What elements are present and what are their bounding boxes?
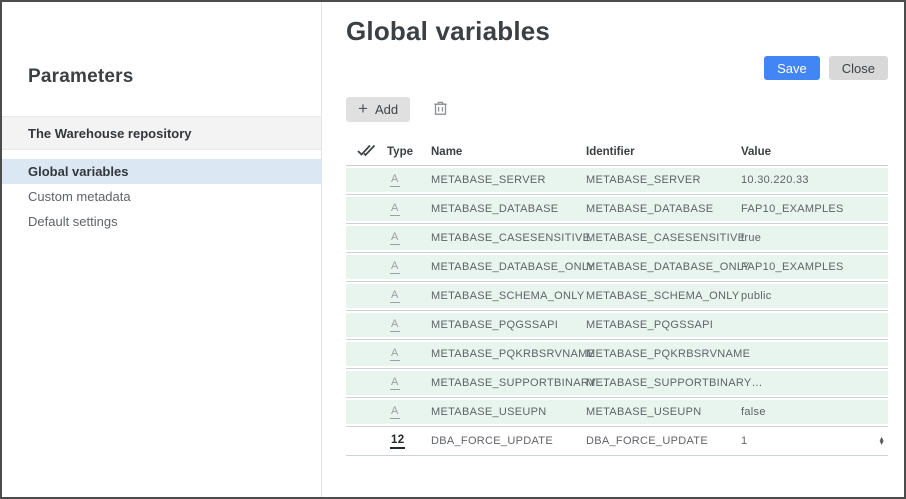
sidebar: Parameters The Warehouse repository Glob… [2, 2, 322, 497]
sidebar-item-default-settings[interactable]: Default settings [2, 209, 321, 234]
row-type-cell: A [386, 347, 431, 361]
row-name-cell: METABASE_SUPPORTBINARY… [431, 377, 586, 389]
table-row[interactable]: A METABASE_SUPPORTBINARY… METABASE_SUPPO… [346, 369, 888, 398]
row-identifier-cell: DBA_FORCE_UPDATE [586, 435, 741, 447]
sidebar-item-label: Global variables [28, 164, 128, 179]
row-name-cell: METABASE_SERVER [431, 174, 586, 186]
plus-icon: + [358, 99, 368, 119]
table-header: Type Name Identifier Value [346, 139, 888, 166]
value-stepper[interactable]: ▴▾ [880, 437, 884, 446]
type-icon: A [390, 405, 400, 419]
row-name-cell: METABASE_USEUPN [431, 406, 586, 418]
row-identifier-cell: METABASE_USEUPN [586, 406, 741, 418]
column-header-identifier: Identifier [586, 146, 741, 158]
sidebar-item-label: Custom metadata [28, 189, 131, 204]
row-identifier-cell: METABASE_PQGSSAPI [586, 319, 741, 331]
row-name-cell: METABASE_PQGSSAPI [431, 319, 586, 331]
table-row[interactable]: A METABASE_PQGSSAPI METABASE_PQGSSAPI ▴▾ [346, 311, 888, 340]
type-icon: 12 [390, 434, 405, 449]
type-icon: A [390, 318, 400, 332]
table-row[interactable]: A METABASE_PQKRBSRVNAME METABASE_PQKRBSR… [346, 340, 888, 369]
type-icon: A [390, 376, 400, 390]
row-identifier-cell: METABASE_SCHEMA_ONLY [586, 290, 741, 302]
row-type-cell: A [386, 173, 431, 187]
row-value-cell: FAP10_EXAMPLES ▴▾ [741, 203, 888, 215]
close-button[interactable]: Close [829, 56, 888, 80]
row-value-cell: FAP10_EXAMPLES ▴▾ [741, 261, 888, 273]
row-type-cell: A [386, 376, 431, 390]
table-row[interactable]: A METABASE_CASESENSITIVE METABASE_CASESE… [346, 224, 888, 253]
row-name-cell: METABASE_DATABASE [431, 203, 586, 215]
table-toolbar: + Add [346, 97, 888, 122]
type-icon: A [390, 260, 400, 274]
row-type-cell: A [386, 231, 431, 245]
row-value-cell: 1 ▴▾ [741, 435, 888, 447]
sidebar-item-label: Default settings [28, 214, 118, 229]
parameters-window: Parameters The Warehouse repository Glob… [0, 0, 906, 499]
row-type-cell: A [386, 289, 431, 303]
page-title: Global variables [346, 16, 888, 47]
row-identifier-cell: METABASE_DATABASE [586, 203, 741, 215]
row-identifier-cell: METABASE_DATABASE_ONLY [586, 261, 741, 273]
row-identifier-cell: METABASE_SUPPORTBINARY… [586, 377, 741, 389]
table-row[interactable]: A METABASE_SCHEMA_ONLY METABASE_SCHEMA_O… [346, 282, 888, 311]
row-value-cell: true ▴▾ [741, 232, 888, 244]
row-name-cell: METABASE_SCHEMA_ONLY [431, 290, 586, 302]
row-identifier-cell: METABASE_CASESENSITIVE [586, 232, 741, 244]
row-type-cell: A [386, 405, 431, 419]
row-name-cell: METABASE_DATABASE_ONLY [431, 261, 586, 273]
row-value-cell: 10.30.220.33 ▴▾ [741, 174, 888, 186]
action-buttons: Save Close [346, 56, 888, 80]
table-row[interactable]: 12 DBA_FORCE_UPDATE DBA_FORCE_UPDATE 1 ▴… [346, 427, 888, 456]
column-header-name: Name [431, 146, 586, 158]
add-button-label: Add [375, 102, 398, 117]
sidebar-item-global-variables[interactable]: Global variables [2, 159, 321, 184]
row-type-cell: A [386, 202, 431, 216]
repository-label: The Warehouse repository [28, 126, 192, 141]
row-name-cell: METABASE_PQKRBSRVNAME [431, 348, 586, 360]
table-row[interactable]: A METABASE_USEUPN METABASE_USEUPN false … [346, 398, 888, 427]
table-row[interactable]: A METABASE_SERVER METABASE_SERVER 10.30.… [346, 166, 888, 195]
select-all-icon[interactable] [357, 144, 376, 160]
type-icon: A [390, 231, 400, 245]
row-identifier-cell: METABASE_SERVER [586, 174, 741, 186]
table-body: A METABASE_SERVER METABASE_SERVER 10.30.… [346, 166, 888, 456]
row-name-cell: DBA_FORCE_UPDATE [431, 435, 586, 447]
row-value-cell: public ▴▾ [741, 290, 888, 302]
row-name-cell: METABASE_CASESENSITIVE [431, 232, 586, 244]
type-icon: A [390, 289, 400, 303]
variables-table: Type Name Identifier Value A METABASE_SE… [346, 139, 888, 456]
save-button[interactable]: Save [764, 56, 820, 80]
row-value-cell: false ▴▾ [741, 406, 888, 418]
delete-variable-button[interactable] [433, 100, 448, 119]
row-identifier-cell: METABASE_PQKRBSRVNAME [586, 348, 741, 360]
trash-icon [433, 100, 448, 119]
table-row[interactable]: A METABASE_DATABASE METABASE_DATABASE FA… [346, 195, 888, 224]
add-variable-button[interactable]: + Add [346, 97, 410, 122]
table-row[interactable]: A METABASE_DATABASE_ONLY METABASE_DATABA… [346, 253, 888, 282]
type-icon: A [390, 347, 400, 361]
column-header-type: Type [386, 146, 431, 158]
sidebar-title: Parameters [28, 66, 321, 88]
type-icon: A [390, 173, 400, 187]
row-type-cell: 12 [386, 434, 431, 449]
main-panel: Global variables Save Close + Add [322, 2, 904, 497]
sidebar-nav: Global variables Custom metadata Default… [2, 159, 321, 234]
type-icon: A [390, 202, 400, 216]
row-type-cell: A [386, 318, 431, 332]
row-type-cell: A [386, 260, 431, 274]
sidebar-item-repository[interactable]: The Warehouse repository [2, 116, 321, 150]
sidebar-item-custom-metadata[interactable]: Custom metadata [2, 184, 321, 209]
column-header-value: Value [741, 146, 888, 158]
